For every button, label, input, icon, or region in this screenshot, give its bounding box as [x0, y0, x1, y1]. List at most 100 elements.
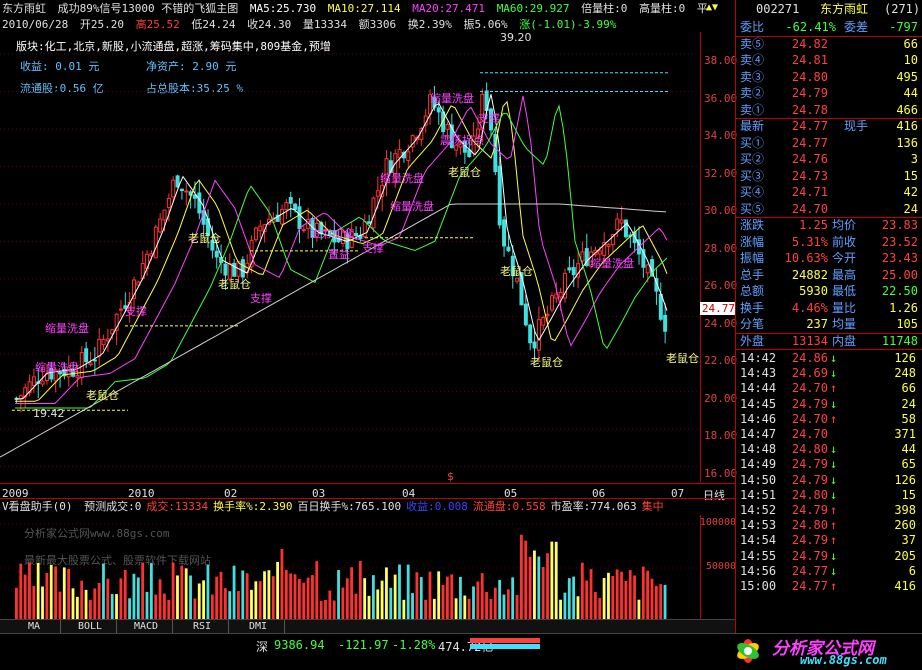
- tick-volume: 416: [894, 579, 916, 593]
- sub-chart-item: 预测成交:0: [84, 500, 142, 513]
- candle-body: [615, 218, 620, 231]
- tick-time: 14:49: [740, 457, 777, 472]
- index-pct: -1.28%: [392, 638, 436, 652]
- stat-value: 25.00: [881, 267, 918, 282]
- volume-chart[interactable]: [0, 515, 700, 619]
- sell-row-1[interactable]: 卖① 24.78 466: [736, 103, 922, 118]
- tick-volume: 398: [894, 503, 916, 517]
- volume-bar: [537, 556, 541, 619]
- tab-ma[interactable]: MA: [8, 620, 61, 634]
- price-axis-tick: 22.00: [704, 354, 738, 367]
- volume-bar: [654, 585, 658, 619]
- stat-row: 涨跌 1.25 均价 23.83: [736, 218, 922, 233]
- kline-chart[interactable]: 39.2019.42$老鼠仓老鼠仓老鼠仓老鼠仓老鼠仓老鼠仓 老鼠仓支撑支撑支撑支撑…: [0, 32, 700, 482]
- volume-bar: [376, 589, 380, 619]
- current-hand-value: 416: [896, 119, 918, 133]
- volume-bar: [219, 571, 223, 619]
- volume-bar: [572, 576, 576, 619]
- tab-boll[interactable]: BOLL: [64, 620, 117, 634]
- tab-dmi[interactable]: DMI: [232, 620, 285, 634]
- ohlc-date: 2010/06/28: [2, 18, 69, 31]
- buy-price: 24.71: [791, 185, 828, 199]
- candle-body: [88, 362, 93, 366]
- stat-value: 237: [806, 317, 828, 331]
- sell-row-5[interactable]: 卖⑤ 24.82 66: [736, 37, 922, 52]
- volume-bar: [184, 568, 188, 619]
- tick-price: 24.70: [791, 427, 828, 441]
- volume-bar: [28, 562, 31, 619]
- signal-label: 缩量洗盘: [390, 199, 434, 213]
- volume-bar: [576, 596, 580, 619]
- volume-bar: [324, 599, 327, 619]
- signal-label: 主力加仓: [310, 226, 354, 240]
- tab-rsi[interactable]: RSI: [176, 620, 229, 634]
- price-axis-tick: 36.00: [704, 91, 738, 105]
- tick-direction: ↑: [830, 518, 838, 533]
- price-axis-tick: 18.00: [704, 429, 738, 442]
- volume-bar: [354, 593, 358, 619]
- tick-direction: ↑: [830, 579, 838, 593]
- candle-body: [214, 250, 219, 258]
- buy-row-1[interactable]: 买① 24.77 136: [736, 136, 922, 151]
- stat-row: 涨幅 5.31% 前收 23.52: [736, 235, 922, 250]
- buy-row-2[interactable]: 买② 24.76 3: [736, 152, 922, 167]
- tick-row: 14:52 24.79 ↑ 398: [736, 503, 922, 518]
- buy-label: 买②: [740, 152, 765, 166]
- volume-bar: [467, 598, 471, 619]
- volume-bar: [89, 600, 92, 619]
- signal-label: 置益: [328, 247, 350, 261]
- volume-bar: [624, 581, 628, 619]
- tick-volume: 260: [894, 518, 916, 533]
- buy-price: 24.70: [791, 201, 828, 216]
- weibi-row: 委比 -62.41% 委差 -797: [736, 20, 922, 35]
- signal-label: 老鼠仓: [666, 351, 699, 365]
- candle-body: [288, 197, 293, 204]
- gao-value: 高量柱:0: [639, 2, 686, 15]
- volume-bar: [228, 591, 232, 619]
- volume-bar: [180, 565, 184, 619]
- volume-bar: [332, 600, 336, 619]
- side-stock-name: 东方雨虹: [820, 2, 869, 16]
- candle-body: [101, 339, 106, 346]
- tick-row: 14:51 24.80 ↓ 15: [736, 488, 922, 503]
- tab-macd[interactable]: MACD: [120, 620, 173, 634]
- volume-bar: [110, 594, 114, 619]
- page-arrows[interactable]: ▲▼: [706, 2, 718, 13]
- latest-label: 最新: [740, 119, 765, 133]
- latest-row: 最新 24.77 现手 416: [736, 119, 922, 134]
- signal-label: 缩量洗盘: [590, 256, 634, 270]
- period-label[interactable]: 日线: [703, 487, 725, 503]
- volume-axis: 100000 50000: [700, 515, 736, 619]
- buy-row-5[interactable]: 买⑤ 24.70 24: [736, 202, 922, 217]
- volume-bar: [506, 589, 510, 619]
- volume-bar: [628, 570, 632, 619]
- volume-bar: [546, 553, 549, 619]
- weicha-label: 委差: [844, 20, 869, 34]
- stat-label: 分笔: [740, 317, 765, 331]
- volume-bar: [393, 574, 397, 619]
- main-chart-area[interactable]: 东方雨虹 成功89%信号13000 不错的飞狐主图 MA5:25.730 MA1…: [0, 0, 738, 640]
- volume-bar: [541, 566, 545, 619]
- sell-price: 24.78: [791, 102, 828, 117]
- candle-body: [223, 263, 228, 276]
- tick-time: 14:46: [740, 411, 777, 426]
- chart-header-ohlc: 2010/06/28 开25.20 高25.52 低24.24 收24.30 量…: [2, 18, 621, 31]
- stat-value: 23.43: [881, 251, 918, 265]
- tick-time: 14:52: [740, 503, 777, 517]
- candle-body: [75, 375, 80, 378]
- buy-row-4[interactable]: 买④ 24.71 42: [736, 185, 922, 200]
- sub-chart-item: 换手率%:2.390: [213, 500, 293, 513]
- sell-row-3[interactable]: 卖③ 24.80 495: [736, 70, 922, 85]
- tick-time: 14:56: [740, 563, 777, 578]
- volume-bar: [459, 576, 462, 619]
- tick-price: 24.79: [791, 457, 828, 472]
- stat-label: 均价: [832, 218, 857, 232]
- signal-label: 老鼠仓: [530, 355, 563, 369]
- sell-row-2[interactable]: 卖② 24.79 44: [736, 86, 922, 101]
- tick-price: 24.79: [791, 503, 828, 517]
- sell-row-4[interactable]: 卖④ 24.81 10: [736, 53, 922, 68]
- candle-body: [153, 226, 158, 259]
- sell-label: 卖②: [740, 86, 765, 100]
- price-axis-tick: 32.00: [704, 166, 738, 180]
- buy-row-3[interactable]: 买③ 24.73 15: [736, 169, 922, 184]
